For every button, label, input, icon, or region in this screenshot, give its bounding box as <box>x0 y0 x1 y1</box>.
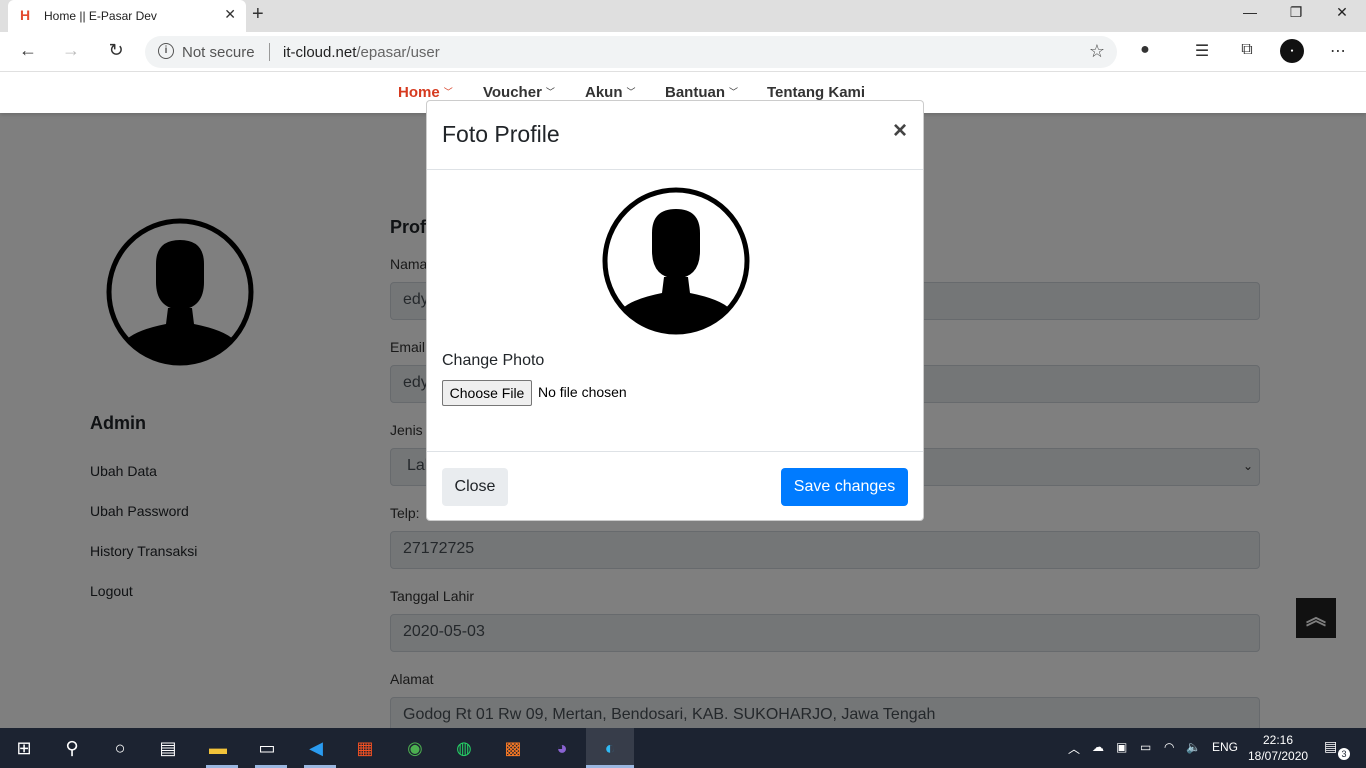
new-tab-button[interactable]: + <box>252 3 264 26</box>
save-changes-button[interactable]: Save changes <box>781 468 908 506</box>
window-close-icon[interactable]: ✕ <box>1330 4 1354 21</box>
choose-file-button[interactable]: Choose File <box>442 380 532 406</box>
nav-akun[interactable]: Akun ﹀ <box>585 84 636 101</box>
user-profile-avatar[interactable]: ● <box>1280 39 1304 63</box>
nav-bantuan-label: Bantuan <box>665 84 725 101</box>
site-favicon-icon: H <box>20 7 31 23</box>
url-text[interactable]: it-cloud.net/epasar/user <box>283 44 440 61</box>
terminal-icon[interactable]: ▭ <box>255 736 279 760</box>
cortana-icon[interactable]: ○ <box>108 736 132 760</box>
nav-voucher-label: Voucher <box>483 84 542 101</box>
volume-icon[interactable]: 🔈 <box>1186 740 1201 754</box>
onedrive-cloud-icon[interactable]: ☁ <box>1092 740 1104 754</box>
nav-tentang-kami[interactable]: Tentang Kami <box>767 84 865 101</box>
profile-photo-icon <box>602 187 750 335</box>
windows-start-icon[interactable]: ⊞ <box>12 736 36 760</box>
foto-profile-modal: Foto Profile × Change Photo Choose File … <box>426 100 924 521</box>
nav-akun-label: Akun <box>585 84 623 101</box>
file-status: No file chosen <box>538 384 627 400</box>
nav-tentang-kami-label: Tentang Kami <box>767 84 866 101</box>
nav-home-label: Home <box>398 84 440 101</box>
store-icon[interactable]: ▦ <box>353 736 377 760</box>
refresh-icon[interactable]: ↻ <box>104 40 128 61</box>
restore-icon[interactable]: ❐ <box>1284 4 1308 21</box>
collections-icon[interactable]: ⧉ <box>1235 41 1259 59</box>
whatsapp-icon[interactable]: ◍ <box>452 736 476 760</box>
file-explorer-icon[interactable]: ▬ <box>206 736 230 760</box>
favorites-list-icon[interactable]: ☰ <box>1190 41 1214 61</box>
clock-time: 22:16 <box>1262 733 1294 747</box>
change-photo-label: Change Photo <box>442 352 545 369</box>
search-icon[interactable]: ⚲ <box>60 736 84 760</box>
url-path: /epasar/user <box>356 44 440 61</box>
xampp-icon[interactable]: ▩ <box>501 736 525 760</box>
chevron-down-icon: ﹀ <box>626 87 636 97</box>
modal-title: Foto Profile <box>442 121 560 147</box>
windows-taskbar: ⊞ ⚲ ○ ▤ ▬ ▭ ◀ ▦ ◉ ◍ ▩ ◕ ◐ ︿ ☁ ▣ ▭ ◠ 🔈 EN… <box>0 728 1366 768</box>
url-divider <box>269 43 270 61</box>
language-indicator[interactable]: ENG <box>1212 740 1238 754</box>
battery-icon[interactable]: ▭ <box>1140 740 1151 754</box>
github-desktop-icon[interactable]: ◕ <box>550 736 574 760</box>
notification-count-badge: 3 <box>1338 748 1350 760</box>
close-button[interactable]: Close <box>442 468 508 506</box>
tab-close-icon[interactable]: ✕ <box>224 6 236 23</box>
more-menu-icon[interactable]: ⋯ <box>1326 41 1350 61</box>
chevron-down-icon: ﹀ <box>443 87 453 97</box>
clock-date: 18/07/2020 <box>1248 749 1309 763</box>
task-view-icon[interactable]: ▤ <box>156 736 180 760</box>
modal-footer: Close Save changes <box>427 451 923 520</box>
chevron-down-icon: ﹀ <box>729 87 739 97</box>
nav-voucher[interactable]: Voucher ﹀ <box>483 84 555 101</box>
modal-close-icon[interactable]: × <box>893 117 907 145</box>
web-page: Home ﹀ Voucher ﹀ Akun ﹀ Bantuan ﹀ Tentang Ka… <box>0 72 1366 728</box>
minimize-icon[interactable]: — <box>1238 4 1262 20</box>
nav-bantuan[interactable]: Bantuan ﹀ <box>665 84 738 101</box>
favorite-star-icon[interactable]: ☆ <box>1089 41 1105 62</box>
nav-home[interactable]: Home ﹀ <box>398 84 453 101</box>
chrome-icon[interactable]: ◉ <box>403 736 427 760</box>
security-status[interactable]: Not secure <box>182 44 255 61</box>
browser-address-bar: ← → ↻ i Not secure it-cloud.net/epasar/u… <box>0 32 1366 72</box>
chevron-down-icon: ﹀ <box>545 87 555 97</box>
tray-app-icon[interactable]: ▣ <box>1116 740 1127 754</box>
notification-center-icon[interactable]: ▤ <box>1324 738 1337 755</box>
tab-title: Home || E-Pasar Dev <box>44 9 157 23</box>
modal-header: Foto Profile × <box>427 101 923 170</box>
info-icon[interactable]: i <box>158 43 174 59</box>
browser-tab[interactable]: H Home || E-Pasar Dev ✕ <box>8 0 246 32</box>
url-host: it-cloud.net <box>283 44 357 61</box>
tray-chevron-up-icon[interactable]: ︿ <box>1068 740 1080 757</box>
forward-arrow-icon[interactable]: → <box>59 40 83 61</box>
browser-tab-bar: H Home || E-Pasar Dev ✕ + — ❐ ✕ <box>0 0 1366 32</box>
system-clock[interactable]: 22:16 18/07/2020 <box>1248 732 1308 764</box>
edge-browser-icon[interactable]: ◐ <box>598 736 622 760</box>
vscode-icon[interactable]: ◀ <box>304 736 328 760</box>
extension-icon[interactable]: ● <box>1133 41 1157 59</box>
url-field[interactable]: i Not secure it-cloud.net/epasar/user ☆ <box>145 36 1117 68</box>
wifi-icon[interactable]: ◠ <box>1164 740 1174 754</box>
back-arrow-icon[interactable]: ← <box>16 40 40 61</box>
